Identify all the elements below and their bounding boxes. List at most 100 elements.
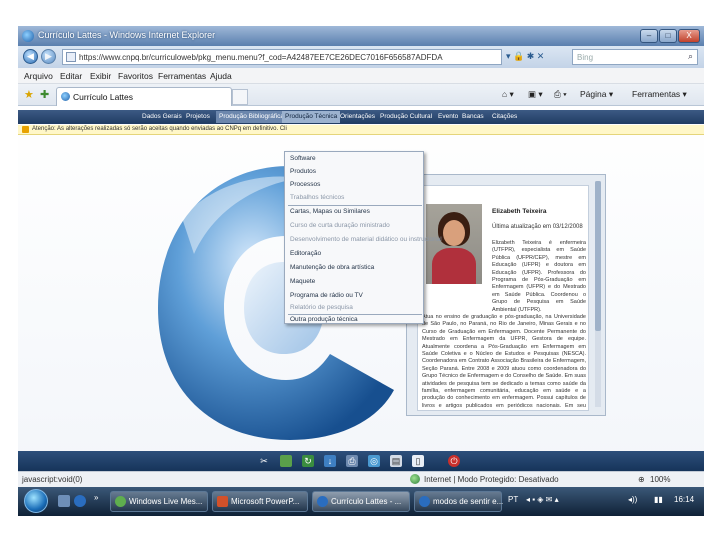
favorites-star-icon[interactable]: ★ [24, 88, 34, 101]
status-bar: javascript:void(0) Internet | Modo Prote… [18, 471, 704, 487]
tab-curriculo-lattes[interactable]: Currículo Lattes [56, 87, 232, 106]
search-placeholder: Bing [577, 53, 594, 62]
menu-ajuda[interactable]: Ajuda [210, 71, 232, 81]
menu-arquivo[interactable]: Arquivo [24, 71, 53, 81]
language-indicator[interactable]: PT [508, 495, 518, 504]
feeds-icon[interactable]: ▣ ▾ [528, 89, 543, 100]
address-tools[interactable]: ▾ 🔒 ✱ ✕ [506, 51, 544, 62]
dropdown-divider [288, 314, 422, 315]
taskbar-modos-de-sentir[interactable]: modos de sentir e... [414, 491, 504, 512]
forward-button[interactable]: ▶ [41, 49, 56, 64]
nav-orientacoes[interactable]: Orientações [340, 113, 375, 120]
dd-cartas-mapas[interactable]: Cartas, Mapas ou Similares [290, 208, 370, 215]
home-icon[interactable]: ⌂ ▾ [502, 89, 514, 100]
ie-quicklaunch-icon[interactable] [74, 495, 86, 507]
search-icon[interactable]: ⌕ [688, 51, 693, 62]
new-tab-button[interactable] [232, 89, 248, 105]
search-input[interactable]: Bing ⌕ [572, 49, 698, 65]
save-icon[interactable] [280, 455, 292, 467]
dd-trabalhos-tecnicos[interactable]: Trabalhos técnicos [290, 194, 344, 201]
globe-icon[interactable]: ◎ [368, 455, 380, 467]
dropdown-divider [288, 205, 422, 206]
dd-produtos[interactable]: Produtos [290, 168, 316, 175]
address-url[interactable]: https://www.cnpq.br/curriculoweb/pkg_men… [79, 53, 443, 62]
nav-projetos[interactable]: Projetos [186, 113, 210, 120]
nav-dados-gerais[interactable]: Dados Gerais [142, 113, 182, 120]
nav-evento[interactable]: Evento [438, 113, 458, 120]
volume-icon[interactable]: ◂)) [628, 495, 637, 504]
dd-manutencao-obra[interactable]: Manutenção de obra artística [290, 264, 374, 271]
nav-producao-bibliografica[interactable]: Produção Bibliográfica [216, 111, 288, 123]
network-icon[interactable]: ▮▮ [654, 495, 663, 504]
nav-bancas[interactable]: Bancas [462, 113, 484, 120]
dd-maquete[interactable]: Maquete [290, 278, 315, 285]
quicklaunch-more-icon[interactable]: » [94, 493, 98, 502]
tab-favicon [61, 92, 70, 101]
nav-producao-cultural[interactable]: Produção Cultural [380, 113, 432, 120]
window-titlebar: Currículo Lattes - Windows Internet Expl… [18, 26, 704, 46]
tools-menu[interactable]: Ferramentas ▾ [632, 89, 687, 100]
address-bar[interactable]: https://www.cnpq.br/curriculoweb/pkg_men… [62, 49, 502, 65]
taskbar: » Windows Live Mes... Microsoft PowerP..… [18, 487, 704, 516]
clock[interactable]: 16:14 [674, 495, 694, 504]
taskbar-label: modos de sentir e... [433, 497, 504, 506]
taskbar-windows-live[interactable]: Windows Live Mes... [110, 491, 208, 512]
nav-citacoes[interactable]: Citações [492, 113, 517, 120]
minimize-button[interactable]: – [640, 29, 658, 43]
dd-editoracao[interactable]: Editoração [290, 250, 321, 257]
nav-producao-tecnica[interactable]: Produção Técnica [282, 111, 341, 123]
dd-processos[interactable]: Processos [290, 181, 320, 188]
profile-name: Elizabeth Teixeira [492, 208, 547, 215]
taskbar-powerpoint[interactable]: Microsoft PowerP... [212, 491, 308, 512]
dd-material-didatico[interactable]: Desenvolvimento de material didático ou … [290, 236, 442, 243]
dd-software[interactable]: Software [290, 155, 316, 162]
exit-icon[interactable]: ⏻ [448, 455, 460, 467]
profile-card: Elizabeth Teixeira Última atualização em… [406, 174, 606, 416]
menu-favoritos[interactable]: Favoritos [118, 71, 153, 81]
zoom-level[interactable]: 100% [650, 475, 670, 484]
ie-icon [317, 496, 328, 507]
print-icon[interactable]: ⎙ ▾ [554, 89, 567, 100]
document-icon[interactable]: ▤ [390, 455, 402, 467]
ie-icon [419, 496, 430, 507]
dd-programa-radio-tv[interactable]: Programa de rádio ou TV [290, 292, 363, 299]
taskbar-curriculo-lattes[interactable]: Currículo Lattes - ... [312, 491, 410, 512]
scrollbar-thumb[interactable] [595, 181, 601, 331]
dd-relatorio-pesquisa[interactable]: Relatório de pesquisa [290, 304, 353, 311]
taskbar-label: Currículo Lattes - ... [331, 497, 402, 506]
profile-summary: Elizabeth Teixeira é enfermeira (UTFPR),… [492, 240, 586, 313]
back-button[interactable]: ◀ [23, 49, 38, 64]
page-icon-2[interactable]: ▯ [412, 455, 424, 467]
taskbar-label: Microsoft PowerP... [231, 497, 300, 506]
profile-content: Elizabeth Teixeira Última atualização em… [417, 185, 589, 411]
site-nav: Dados Gerais Projetos Produção Bibliográ… [18, 110, 704, 124]
show-desktop-icon[interactable] [58, 495, 70, 507]
zoom-icon[interactable]: ⊕ [638, 475, 645, 484]
print-page-icon[interactable]: ⎙ [346, 455, 358, 467]
internet-zone-icon [410, 474, 420, 484]
download-icon[interactable]: ↓ [324, 455, 336, 467]
profile-scrollbar[interactable] [595, 181, 601, 407]
start-button[interactable] [24, 489, 48, 513]
menu-ferramentas[interactable]: Ferramentas [158, 71, 206, 81]
maximize-button[interactable]: □ [659, 29, 677, 43]
warning-banner: Atenção: As alterações realizadas só ser… [18, 125, 704, 135]
tools-icon[interactable]: ✂ [258, 455, 270, 467]
dd-outra-producao[interactable]: Outra produção técnica [290, 316, 358, 323]
page-menu[interactable]: Página ▾ [580, 89, 613, 100]
address-toolbar: ◀ ▶ https://www.cnpq.br/curriculoweb/pkg… [18, 46, 704, 68]
screen: Currículo Lattes - Windows Internet Expl… [18, 26, 704, 516]
profile-photo [426, 204, 482, 284]
dd-curso-curta[interactable]: Curso de curta duração ministrado [290, 222, 390, 229]
add-favorites-icon[interactable]: ✚ [40, 88, 49, 101]
warning-text: Atenção: As alterações realizadas só ser… [32, 126, 287, 132]
status-zone: Internet | Modo Protegido: Desativado [424, 475, 559, 484]
profile-updated: Última atualização em 03/12/2008 [492, 224, 583, 230]
menu-editar[interactable]: Editar [60, 71, 82, 81]
refresh-icon[interactable]: ↻ [302, 455, 314, 467]
tray-icons[interactable]: ◂ ▪ ◈ ✉ ▴ [526, 495, 559, 504]
menu-exibir[interactable]: Exibir [90, 71, 111, 81]
command-bar: ★ ✚ Currículo Lattes ⌂ ▾ ▣ ▾ ⎙ ▾ Página … [18, 84, 704, 106]
close-button[interactable]: X [678, 29, 700, 43]
ie-icon [22, 30, 34, 42]
